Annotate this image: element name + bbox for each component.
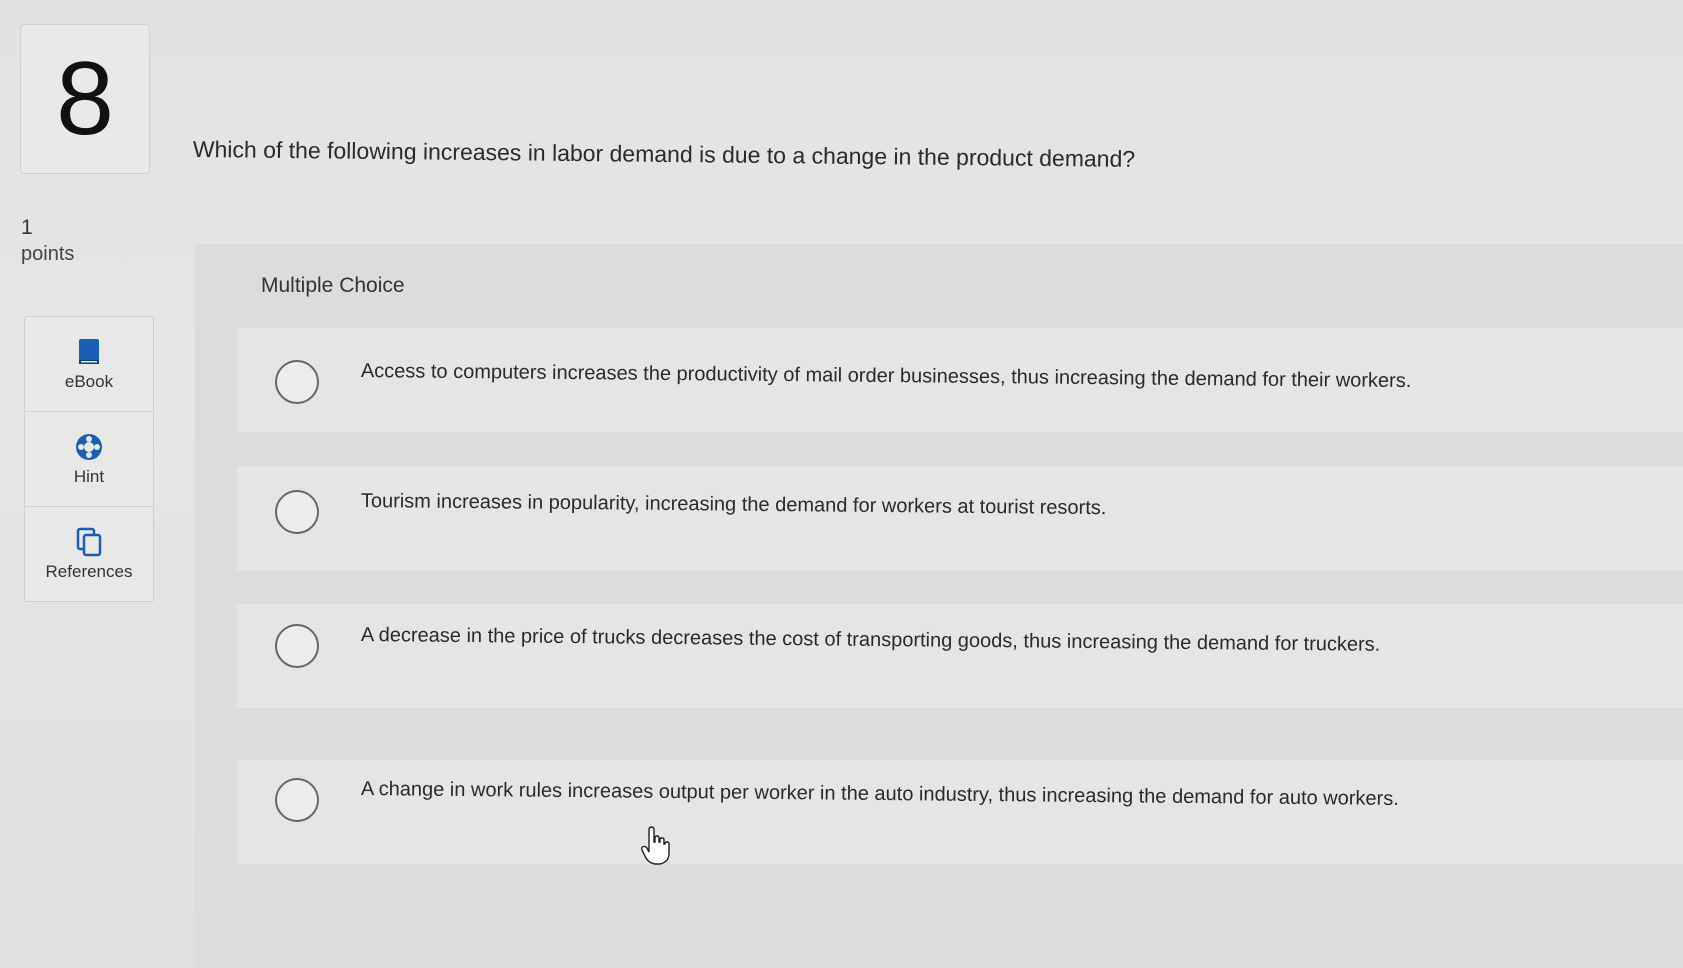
- question-number: 8: [20, 24, 150, 174]
- copy-pages-icon: [76, 527, 102, 557]
- radio-button[interactable]: [275, 624, 319, 668]
- references-button[interactable]: References: [25, 507, 153, 601]
- tools-panel: eBook Hint References: [24, 316, 154, 602]
- answer-panel: Multiple Choice Access to computers incr…: [195, 244, 1683, 968]
- option-text: A change in work rules increases output …: [360, 778, 1399, 810]
- option-text: Tourism increases in popularity, increas…: [360, 490, 1107, 520]
- ebook-button[interactable]: eBook: [25, 317, 153, 412]
- hint-label: Hint: [73, 467, 105, 486]
- option-text: Access to computers increases the produc…: [360, 360, 1412, 393]
- answer-option-4[interactable]: A change in work rules increases output …: [237, 760, 1683, 864]
- answer-option-1[interactable]: Access to computers increases the produc…: [237, 328, 1683, 432]
- references-label: References: [45, 562, 133, 581]
- points-label: points: [21, 243, 75, 265]
- ebook-label: eBook: [64, 372, 114, 391]
- answer-option-2[interactable]: Tourism increases in popularity, increas…: [237, 466, 1683, 570]
- points-value: 1: [21, 216, 33, 239]
- lifebuoy-icon: [76, 434, 102, 460]
- hint-button[interactable]: Hint: [25, 412, 153, 507]
- option-text: A decrease in the price of trucks decrea…: [360, 624, 1381, 656]
- radio-button[interactable]: [275, 490, 319, 534]
- radio-button[interactable]: [275, 360, 319, 404]
- multiple-choice-header: Multiple Choice: [261, 274, 405, 297]
- hand-cursor-icon: [641, 826, 670, 865]
- book-icon: [79, 339, 99, 364]
- answer-option-3[interactable]: A decrease in the price of trucks decrea…: [237, 604, 1683, 708]
- question-text: Which of the following increases in labo…: [192, 136, 1136, 172]
- radio-button[interactable]: [275, 778, 319, 822]
